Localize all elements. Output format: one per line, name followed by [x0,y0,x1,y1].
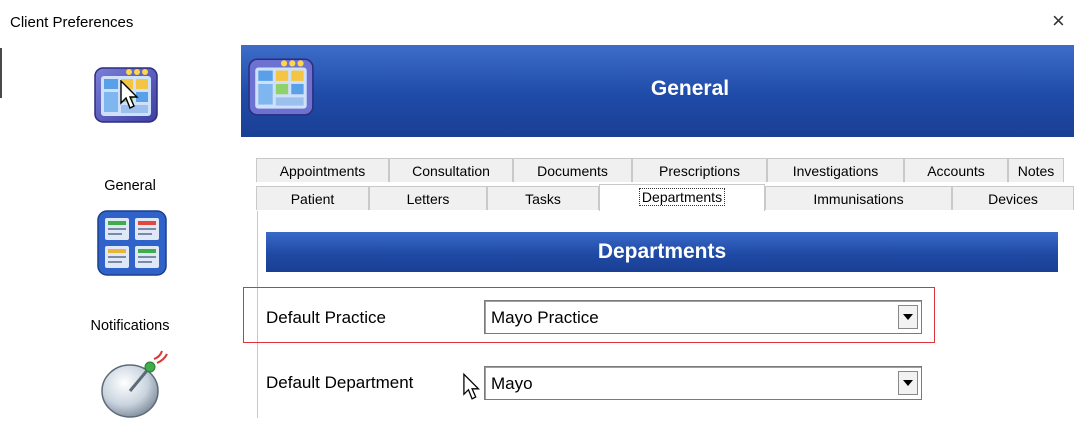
mouse-pointer-icon [120,79,142,115]
tab-departments[interactable]: Departments [599,184,765,214]
tab-appointments[interactable]: Appointments [256,158,389,182]
default-department-value: Mayo [491,374,533,393]
tab-tasks[interactable]: Tasks [487,186,599,210]
window-edge [0,48,2,98]
sidebar-item-notifications[interactable]: Notifications [50,318,210,334]
default-practice-select[interactable]: Mayo Practice [484,300,922,334]
default-department-select[interactable]: Mayo [484,366,922,400]
tab-accounts[interactable]: Accounts [904,158,1008,182]
tab-departments-label: Departments [638,188,726,206]
tab-letters[interactable]: Letters [369,186,487,210]
tab-patient[interactable]: Patient [256,186,369,210]
tab-notes[interactable]: Notes [1008,158,1064,182]
page-title: General [650,77,730,100]
window-title: Client Preferences [10,14,134,31]
dropdown-arrow-icon[interactable] [898,305,918,329]
close-icon[interactable]: × [1052,10,1065,32]
tab-row-2: Patient Letters Tasks Departments Immuni… [256,184,1074,214]
tab-consultation[interactable]: Consultation [389,158,513,182]
tab-documents[interactable]: Documents [513,158,632,182]
general-forms-icon[interactable] [96,209,168,277]
tab-prescriptions[interactable]: Prescriptions [632,158,767,182]
general-settings-icon [247,52,317,118]
tab-row-1: Appointments Consultation Documents Pres… [256,158,1064,184]
default-department-label: Default Department [266,373,414,392]
sidebar-item-general[interactable]: General [50,178,210,194]
tab-devices[interactable]: Devices [952,186,1074,210]
satellite-dish-icon[interactable] [100,347,170,418]
dropdown-arrow-icon[interactable] [898,371,918,395]
mouse-pointer-icon [463,372,483,407]
tab-investigations[interactable]: Investigations [767,158,904,182]
default-practice-label: Default Practice [266,308,386,327]
tab-immunisations[interactable]: Immunisations [765,186,952,210]
section-title: Departments [266,232,1058,272]
default-practice-value: Mayo Practice [491,308,599,327]
